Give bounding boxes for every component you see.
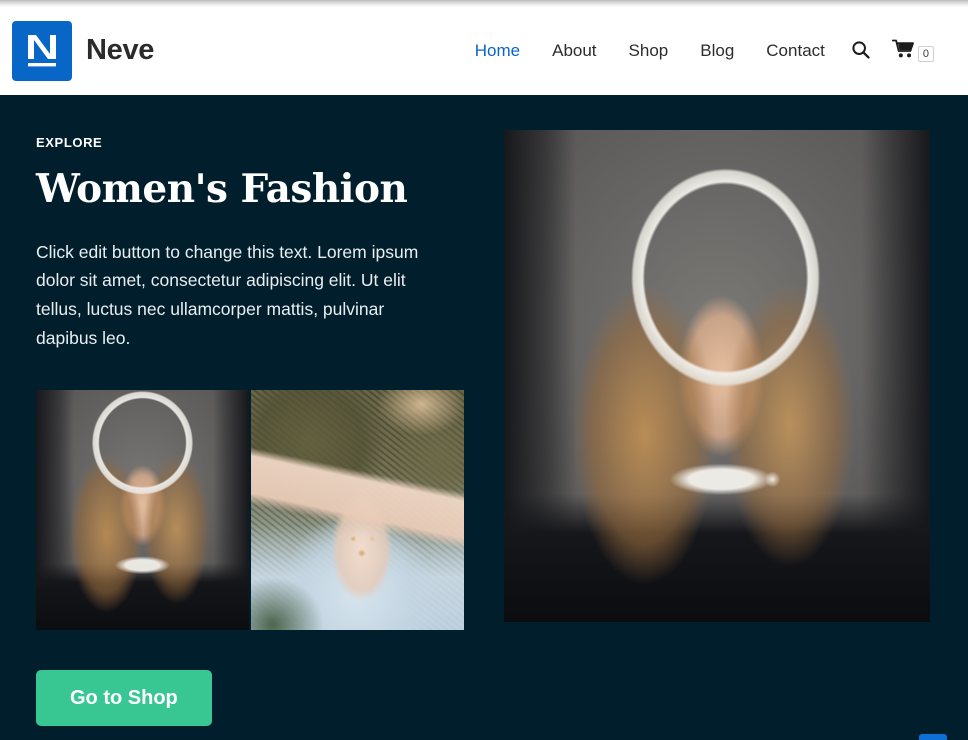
hero-section: EXPLORE Women's Fashion Click edit butto…	[0, 95, 968, 740]
brand-name: Neve	[86, 34, 155, 66]
cart-button[interactable]: 0	[880, 31, 940, 70]
hero-title: Women's Fashion	[36, 166, 408, 212]
main-navigation: Home About Shop Blog Contact 0	[459, 31, 940, 70]
scroll-to-top-button[interactable]	[919, 734, 947, 740]
search-icon	[851, 40, 870, 62]
hero-eyebrow: EXPLORE	[36, 135, 103, 150]
hero-media-column	[504, 121, 932, 740]
gallery-thumbnail-2[interactable]	[251, 390, 464, 631]
hero-thumbnail-gallery	[36, 390, 464, 631]
nav-item-about[interactable]: About	[536, 32, 612, 69]
nav-item-home[interactable]: Home	[459, 32, 536, 69]
photo-woman-hoodie	[36, 390, 249, 631]
go-to-shop-button[interactable]: Go to Shop	[36, 670, 212, 727]
shopping-cart-icon	[891, 39, 915, 62]
photo-hands-rings	[251, 390, 464, 631]
search-button[interactable]	[841, 32, 880, 70]
hero-content-column: EXPLORE Women's Fashion Click edit butto…	[36, 121, 464, 740]
nav-item-contact[interactable]: Contact	[750, 32, 841, 69]
browser-top-shadow	[0, 0, 968, 8]
site-header: Neve Home About Shop Blog Contact 0	[0, 6, 968, 95]
neve-n-logo-icon	[12, 20, 72, 81]
photo-woman-hoodie-large	[504, 130, 930, 622]
hero-feature-image	[504, 130, 930, 622]
brand-logo-link[interactable]: Neve	[12, 20, 155, 81]
hero-paragraph: Click edit button to change this text. L…	[36, 241, 419, 348]
cart-count-badge: 0	[917, 45, 934, 62]
gallery-thumbnail-1[interactable]	[36, 390, 249, 631]
nav-item-shop[interactable]: Shop	[613, 32, 685, 69]
nav-item-blog[interactable]: Blog	[684, 32, 750, 69]
